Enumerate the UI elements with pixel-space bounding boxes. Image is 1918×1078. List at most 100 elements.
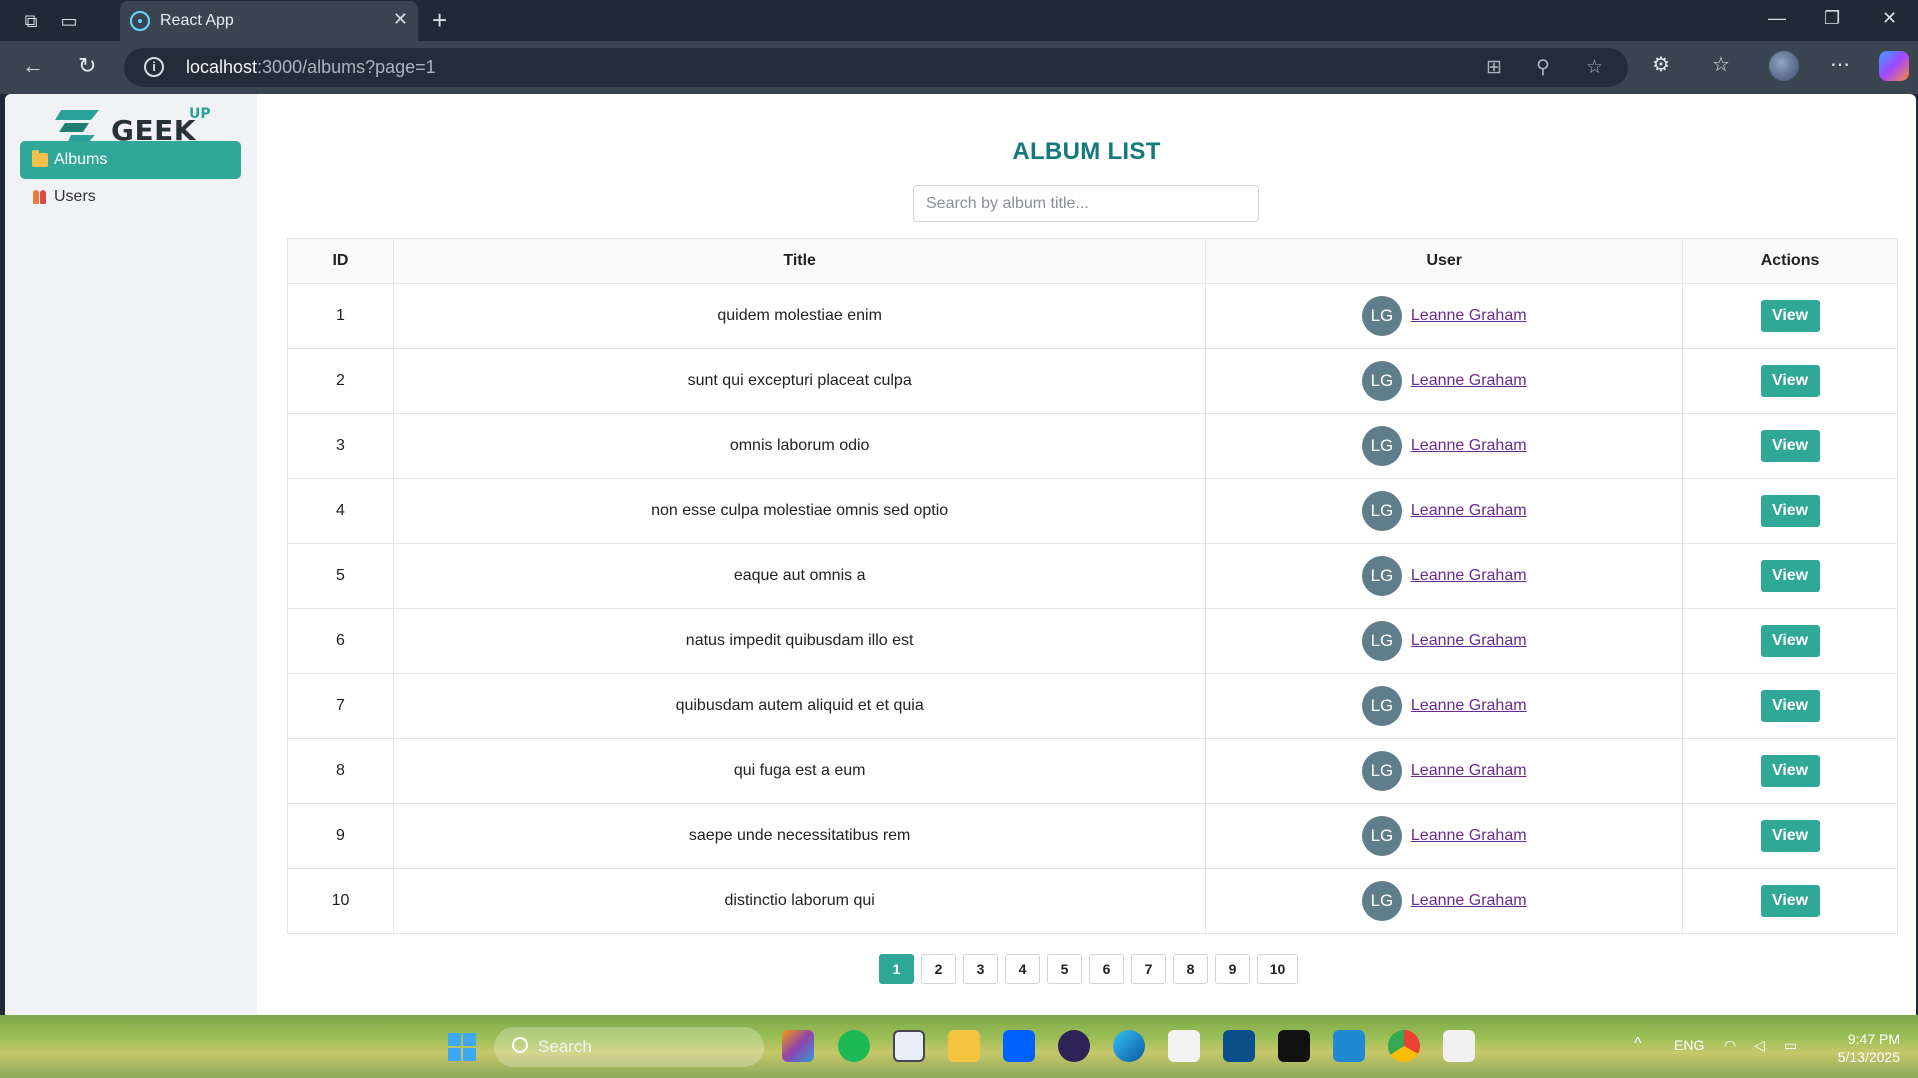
view-button[interactable]: View [1760, 885, 1820, 917]
page-button-5[interactable]: 5 [1047, 954, 1082, 984]
album-title-cell: eaque aut omnis a [392, 543, 1207, 609]
view-button[interactable]: View [1760, 560, 1820, 592]
user-link[interactable]: Leanne Graham [1411, 762, 1527, 780]
restore-icon[interactable]: ❐ [1824, 8, 1840, 29]
app-available-icon[interactable]: ⊞ [1486, 56, 1502, 79]
page-button-4[interactable]: 4 [1005, 954, 1040, 984]
minimize-icon[interactable]: — [1768, 8, 1786, 29]
avatar: LG [1361, 296, 1402, 336]
taskbar-search[interactable]: Search [494, 1027, 764, 1067]
reload-icon[interactable]: ↻ [78, 53, 96, 79]
avatar: LG [1361, 751, 1402, 791]
view-button[interactable]: View [1760, 300, 1820, 332]
sidebar-item-users[interactable]: Users [20, 178, 241, 216]
table-row: 6 natus impedit quibusdam illo est LG Leann… [287, 608, 1898, 674]
view-button[interactable]: View [1760, 365, 1820, 397]
album-user-cell: LG Leanne Graham [1205, 868, 1684, 934]
page-button-6[interactable]: 6 [1089, 954, 1124, 984]
view-button[interactable]: View [1760, 820, 1820, 852]
page-button-3[interactable]: 3 [963, 954, 998, 984]
edge-app-icon[interactable] [1113, 1030, 1145, 1062]
page-button-2[interactable]: 2 [921, 954, 956, 984]
album-user-cell: LG Leanne Graham [1205, 413, 1684, 479]
page-button-9[interactable]: 9 [1215, 954, 1250, 984]
pagination: 1 2 3 4 5 6 7 8 9 10 [879, 954, 1298, 984]
language-indicator[interactable]: ENG [1674, 1037, 1704, 1053]
browser-tab[interactable]: React App ✕ [120, 1, 418, 41]
column-header-user: User [1205, 238, 1684, 284]
spotify-app-icon[interactable] [838, 1030, 870, 1062]
tab-actions-icon[interactable]: ▭ [56, 8, 82, 34]
album-actions-cell: View [1682, 868, 1898, 934]
user-link[interactable]: Leanne Graham [1411, 567, 1527, 585]
address-bar[interactable]: i localhost:3000/albums?page=1 ⊞ ⚲ ☆ [124, 48, 1628, 87]
app-viewport: GEEK UP Albums Users ALBUM LIST ID Title… [5, 94, 1916, 1015]
vscode-app-icon[interactable] [1333, 1030, 1365, 1062]
table-row: 9 saepe unde necessitatibus rem LG Leanne G… [287, 803, 1898, 869]
wifi-icon[interactable]: ◠ [1724, 1037, 1736, 1054]
close-tab-icon[interactable]: ✕ [393, 9, 408, 30]
file-explorer-icon[interactable] [948, 1030, 980, 1062]
eclipse-app-icon[interactable] [1058, 1030, 1090, 1062]
album-title-cell: quibusdam autem aliquid et et quia [392, 673, 1207, 739]
user-link[interactable]: Leanne Graham [1411, 892, 1527, 910]
table-header-row: ID Title User Actions [287, 238, 1898, 284]
view-button[interactable]: View [1760, 430, 1820, 462]
album-id-cell: 10 [287, 868, 394, 934]
sidebar-item-albums[interactable]: Albums [20, 141, 241, 179]
copilot-icon[interactable] [1879, 51, 1909, 81]
user-cell: LG Leanne Graham [1361, 686, 1527, 726]
db-app-icon[interactable] [1223, 1030, 1255, 1062]
page-button-7[interactable]: 7 [1131, 954, 1166, 984]
notion-app-icon[interactable] [1278, 1030, 1310, 1062]
back-icon[interactable]: ← [22, 53, 44, 79]
album-table: ID Title User Actions 1 quidem molestiae … [287, 238, 1898, 934]
album-actions-cell: View [1682, 283, 1898, 349]
favorites-icon[interactable]: ☆ [1712, 52, 1730, 77]
close-window-icon[interactable]: ✕ [1882, 8, 1897, 29]
zoom-icon[interactable]: ⚲ [1536, 56, 1550, 79]
user-link[interactable]: Leanne Graham [1411, 307, 1527, 325]
search-input[interactable] [913, 185, 1259, 222]
dropbox-app-icon[interactable] [1003, 1030, 1035, 1062]
user-link[interactable]: Leanne Graham [1411, 632, 1527, 650]
album-actions-cell: View [1682, 673, 1898, 739]
monitor-app-icon[interactable] [893, 1030, 925, 1062]
user-link[interactable]: Leanne Graham [1411, 697, 1527, 715]
paint-app-icon[interactable] [1443, 1030, 1475, 1062]
view-button[interactable]: View [1760, 755, 1820, 787]
workspaces-icon[interactable]: ⧉ [18, 8, 44, 34]
favorite-star-icon[interactable]: ☆ [1586, 56, 1603, 79]
table-row: 3 omnis laborum odio LG Leanne Graham View [287, 413, 1898, 479]
star-app-icon[interactable] [1168, 1030, 1200, 1062]
clock-time: 9:47 PM [1847, 1031, 1900, 1047]
avatar: LG [1361, 816, 1402, 856]
widgets-app-icon[interactable] [782, 1030, 814, 1062]
more-options-icon[interactable]: ⋯ [1830, 52, 1850, 77]
view-button[interactable]: View [1760, 625, 1820, 657]
volume-icon[interactable]: ◁ [1754, 1037, 1765, 1054]
taskbar-clock[interactable]: 9:47 PM 5/13/2025 [1824, 1030, 1900, 1066]
column-header-id: ID [287, 238, 394, 284]
user-link[interactable]: Leanne Graham [1411, 437, 1527, 455]
view-button[interactable]: View [1760, 495, 1820, 527]
clock-date: 5/13/2025 [1837, 1049, 1900, 1065]
chrome-app-icon[interactable] [1388, 1030, 1420, 1062]
folder-icon [32, 150, 48, 167]
page-button-1[interactable]: 1 [879, 954, 914, 984]
user-link[interactable]: Leanne Graham [1411, 502, 1527, 520]
view-button[interactable]: View [1760, 690, 1820, 722]
page-button-10[interactable]: 10 [1257, 954, 1298, 984]
album-user-cell: LG Leanne Graham [1205, 738, 1684, 804]
user-link[interactable]: Leanne Graham [1411, 827, 1527, 845]
album-id-cell: 8 [287, 738, 394, 804]
show-hidden-icons-icon[interactable]: ^ [1634, 1035, 1642, 1053]
user-link[interactable]: Leanne Graham [1411, 372, 1527, 390]
site-info-icon[interactable]: i [144, 57, 164, 77]
page-button-8[interactable]: 8 [1173, 954, 1208, 984]
profile-avatar[interactable] [1769, 51, 1799, 81]
new-tab-icon[interactable]: + [432, 5, 447, 36]
windows-start-icon[interactable] [448, 1033, 476, 1061]
battery-icon[interactable]: ▭ [1784, 1037, 1797, 1054]
extensions-icon[interactable]: ⚙ [1652, 52, 1670, 77]
